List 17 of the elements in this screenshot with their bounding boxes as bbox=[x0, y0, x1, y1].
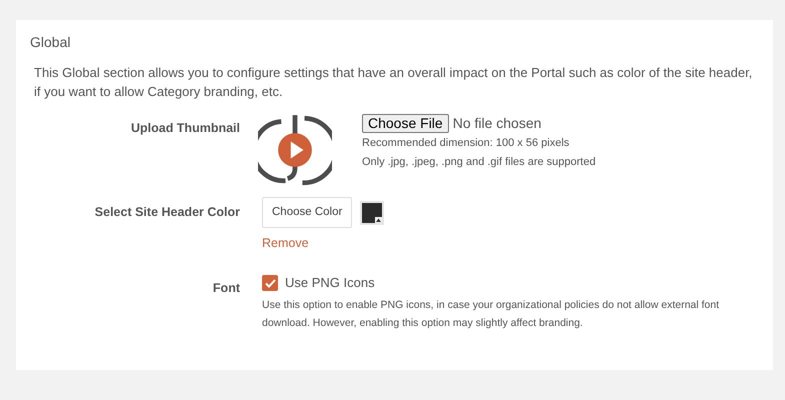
choose-file-button[interactable]: Choose File bbox=[362, 114, 449, 133]
section-description: This Global section allows you to configure settings that have an overall impact on the Portal such as color of the site header, if you want to allow Category branding, etc. bbox=[34, 64, 754, 101]
checkbox-label: Use PNG Icons bbox=[285, 274, 375, 292]
choose-color-button[interactable]: Choose Color bbox=[262, 197, 352, 228]
section-title: Global bbox=[30, 33, 72, 52]
setting-label: Select Site Header Color bbox=[94, 204, 241, 221]
help-text: Use this option to enable PNG icons, in case your organizational policies do not allow external font download. However, enabling this option may slightly affect branding. bbox=[262, 298, 720, 331]
thumbnail-logo-icon bbox=[258, 113, 332, 187]
remove-link[interactable]: Remove bbox=[262, 234, 309, 253]
file-hint: Only .jpg, .jpeg, .png and .gif files are supported bbox=[362, 155, 596, 170]
caret-icon bbox=[375, 216, 382, 223]
color-swatch[interactable] bbox=[360, 200, 384, 225]
checkbox[interactable] bbox=[262, 275, 278, 291]
file-status: No file chosen bbox=[452, 114, 542, 133]
setting-label: Upload Thumbnail bbox=[130, 120, 241, 137]
file-hint: Recommended dimension: 100 x 56 pixels bbox=[362, 136, 570, 151]
setting-label: Font bbox=[212, 280, 241, 298]
